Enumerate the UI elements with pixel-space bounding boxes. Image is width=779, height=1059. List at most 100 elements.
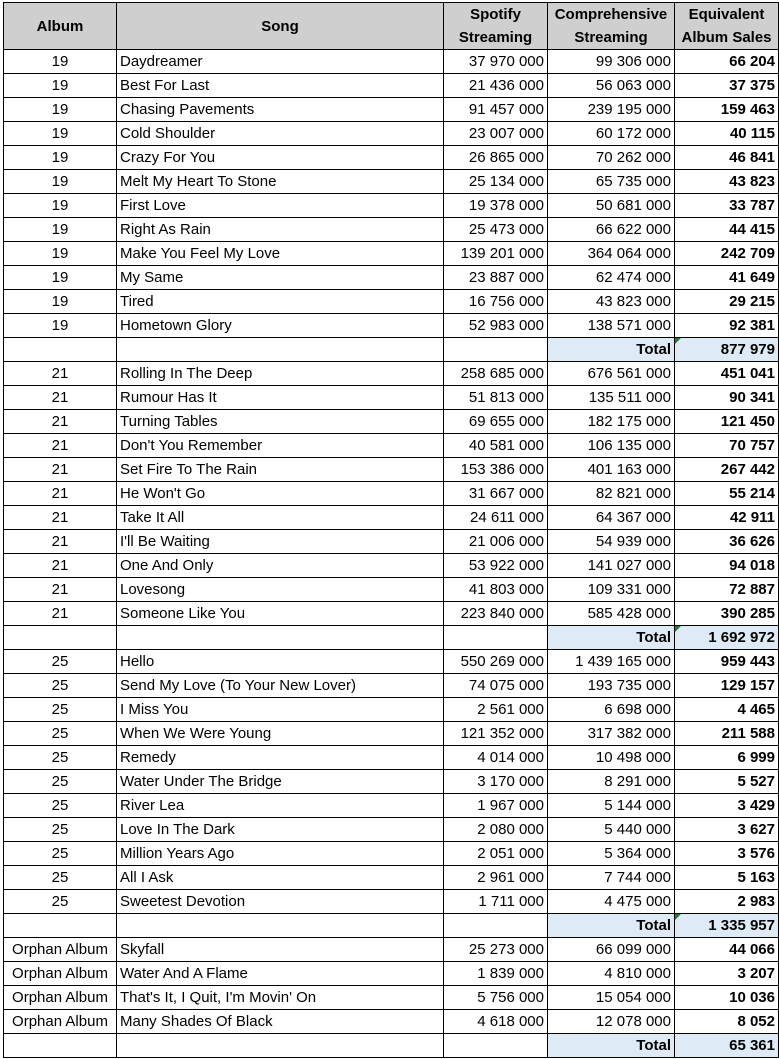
comprehensive-streaming-cell[interactable]: 6 698 000 — [547, 697, 675, 722]
comprehensive-streaming-cell[interactable]: 7 744 000 — [547, 865, 675, 890]
song-cell[interactable]: Love In The Dark — [116, 817, 444, 842]
comprehensive-streaming-cell[interactable]: 8 291 000 — [547, 769, 675, 794]
album-cell[interactable]: 19 — [3, 313, 117, 338]
album-cell[interactable]: 21 — [3, 601, 117, 626]
song-cell[interactable]: Take It All — [116, 505, 444, 530]
equivalent-album-sales-cell[interactable]: 42 911 — [674, 505, 779, 530]
comprehensive-streaming-cell[interactable]: 182 175 000 — [547, 409, 675, 434]
spotify-streaming-cell[interactable]: 2 961 000 — [443, 865, 548, 890]
spotify-streaming-cell[interactable]: 52 983 000 — [443, 313, 548, 338]
spotify-streaming-cell[interactable]: 21 006 000 — [443, 529, 548, 554]
empty-cell[interactable] — [443, 337, 548, 362]
equivalent-album-sales-cell[interactable]: 92 381 — [674, 313, 779, 338]
album-cell[interactable]: 25 — [3, 889, 117, 914]
equivalent-album-sales-cell[interactable]: 44 415 — [674, 217, 779, 242]
album-cell[interactable]: 21 — [3, 481, 117, 506]
comprehensive-streaming-cell[interactable]: 66 622 000 — [547, 217, 675, 242]
equivalent-album-sales-cell[interactable]: 3 429 — [674, 793, 779, 818]
equivalent-album-sales-cell[interactable]: 37 375 — [674, 73, 779, 98]
song-cell[interactable]: Rolling In The Deep — [116, 361, 444, 386]
comprehensive-streaming-cell[interactable]: 56 063 000 — [547, 73, 675, 98]
spotify-streaming-cell[interactable]: 19 378 000 — [443, 193, 548, 218]
album-cell[interactable]: 19 — [3, 217, 117, 242]
song-cell[interactable]: I'll Be Waiting — [116, 529, 444, 554]
empty-cell[interactable] — [116, 913, 444, 938]
header-spotify-streaming[interactable]: Spotify Streaming — [443, 2, 548, 50]
spotify-streaming-cell[interactable]: 23 007 000 — [443, 121, 548, 146]
album-cell[interactable]: 21 — [3, 361, 117, 386]
comprehensive-streaming-cell[interactable]: 138 571 000 — [547, 313, 675, 338]
spotify-streaming-cell[interactable]: 31 667 000 — [443, 481, 548, 506]
song-cell[interactable]: Someone Like You — [116, 601, 444, 626]
song-cell[interactable]: One And Only — [116, 553, 444, 578]
comprehensive-streaming-cell[interactable]: 4 810 000 — [547, 961, 675, 986]
equivalent-album-sales-cell[interactable]: 451 041 — [674, 361, 779, 386]
total-label-cell[interactable]: Total — [547, 337, 675, 362]
empty-cell[interactable] — [3, 337, 117, 362]
song-cell[interactable]: Melt My Heart To Stone — [116, 169, 444, 194]
comprehensive-streaming-cell[interactable]: 1 439 165 000 — [547, 649, 675, 674]
song-cell[interactable]: Many Shades Of Black — [116, 1009, 444, 1034]
equivalent-album-sales-cell[interactable]: 2 983 — [674, 889, 779, 914]
song-cell[interactable]: Right As Rain — [116, 217, 444, 242]
spotify-streaming-cell[interactable]: 37 970 000 — [443, 49, 548, 74]
song-cell[interactable]: Rumour Has It — [116, 385, 444, 410]
song-cell[interactable]: First Love — [116, 193, 444, 218]
equivalent-album-sales-cell[interactable]: 3 576 — [674, 841, 779, 866]
equivalent-album-sales-cell[interactable]: 72 887 — [674, 577, 779, 602]
comprehensive-streaming-cell[interactable]: 50 681 000 — [547, 193, 675, 218]
total-value-cell[interactable]: 1 692 972 — [674, 625, 779, 650]
spotify-streaming-cell[interactable]: 41 803 000 — [443, 577, 548, 602]
album-cell[interactable]: 19 — [3, 265, 117, 290]
spotify-streaming-cell[interactable]: 258 685 000 — [443, 361, 548, 386]
empty-cell[interactable] — [443, 625, 548, 650]
spotify-streaming-cell[interactable]: 91 457 000 — [443, 97, 548, 122]
comprehensive-streaming-cell[interactable]: 401 163 000 — [547, 457, 675, 482]
equivalent-album-sales-cell[interactable]: 267 442 — [674, 457, 779, 482]
equivalent-album-sales-cell[interactable]: 159 463 — [674, 97, 779, 122]
album-cell[interactable]: 25 — [3, 793, 117, 818]
total-label-cell[interactable]: Total — [547, 913, 675, 938]
spotify-streaming-cell[interactable]: 1 967 000 — [443, 793, 548, 818]
comprehensive-streaming-cell[interactable]: 62 474 000 — [547, 265, 675, 290]
comprehensive-streaming-cell[interactable]: 239 195 000 — [547, 97, 675, 122]
spotify-streaming-cell[interactable]: 51 813 000 — [443, 385, 548, 410]
spotify-streaming-cell[interactable]: 3 170 000 — [443, 769, 548, 794]
comprehensive-streaming-cell[interactable]: 64 367 000 — [547, 505, 675, 530]
empty-cell[interactable] — [3, 625, 117, 650]
song-cell[interactable]: Water Under The Bridge — [116, 769, 444, 794]
total-value-cell[interactable]: 877 979 — [674, 337, 779, 362]
equivalent-album-sales-cell[interactable]: 43 823 — [674, 169, 779, 194]
empty-cell[interactable] — [3, 913, 117, 938]
song-cell[interactable]: Make You Feel My Love — [116, 241, 444, 266]
equivalent-album-sales-cell[interactable]: 3 627 — [674, 817, 779, 842]
equivalent-album-sales-cell[interactable]: 121 450 — [674, 409, 779, 434]
comprehensive-streaming-cell[interactable]: 70 262 000 — [547, 145, 675, 170]
album-cell[interactable]: 21 — [3, 553, 117, 578]
song-cell[interactable]: Remedy — [116, 745, 444, 770]
comprehensive-streaming-cell[interactable]: 12 078 000 — [547, 1009, 675, 1034]
album-cell[interactable]: 25 — [3, 817, 117, 842]
song-cell[interactable]: Water And A Flame — [116, 961, 444, 986]
spotify-streaming-cell[interactable]: 40 581 000 — [443, 433, 548, 458]
album-cell[interactable]: 25 — [3, 865, 117, 890]
equivalent-album-sales-cell[interactable]: 46 841 — [674, 145, 779, 170]
spotify-streaming-cell[interactable]: 121 352 000 — [443, 721, 548, 746]
comprehensive-streaming-cell[interactable]: 364 064 000 — [547, 241, 675, 266]
comprehensive-streaming-cell[interactable]: 4 475 000 — [547, 889, 675, 914]
song-cell[interactable]: When We Were Young — [116, 721, 444, 746]
equivalent-album-sales-cell[interactable]: 6 999 — [674, 745, 779, 770]
spotify-streaming-cell[interactable]: 550 269 000 — [443, 649, 548, 674]
spotify-streaming-cell[interactable]: 25 273 000 — [443, 937, 548, 962]
album-cell[interactable]: 19 — [3, 73, 117, 98]
comprehensive-streaming-cell[interactable]: 82 821 000 — [547, 481, 675, 506]
album-cell[interactable]: 25 — [3, 769, 117, 794]
equivalent-album-sales-cell[interactable]: 5 163 — [674, 865, 779, 890]
comprehensive-streaming-cell[interactable]: 135 511 000 — [547, 385, 675, 410]
empty-cell[interactable] — [3, 1033, 117, 1058]
album-cell[interactable]: 25 — [3, 745, 117, 770]
total-label-cell[interactable]: Total — [547, 625, 675, 650]
empty-cell[interactable] — [443, 1033, 548, 1058]
comprehensive-streaming-cell[interactable]: 54 939 000 — [547, 529, 675, 554]
spotify-streaming-cell[interactable]: 23 887 000 — [443, 265, 548, 290]
